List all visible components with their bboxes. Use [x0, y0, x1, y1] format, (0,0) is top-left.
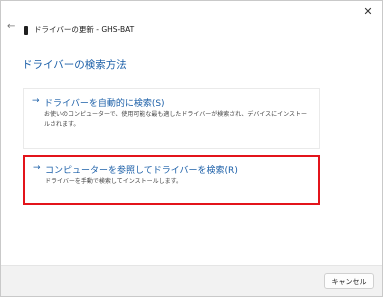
driver-update-window: ✕ ← ドライバーの更新 - GHS-BAT ドライバーの検索方法 → ドライバ…: [0, 0, 383, 297]
search-automatically-option[interactable]: → ドライバーを自動的に検索(S) お使いのコンピューターで、使用可能な最も適し…: [23, 88, 320, 149]
back-arrow-icon[interactable]: ←: [7, 21, 15, 32]
cancel-button[interactable]: キャンセル: [324, 273, 374, 289]
dialog-footer: キャンセル: [1, 265, 382, 296]
browse-computer-option[interactable]: → コンピューターを参照してドライバーを検索(R) ドライバーを手動で検索してイ…: [23, 155, 320, 205]
device-icon: [24, 26, 28, 35]
option-description: お使いのコンピューターで、使用可能な最も適したドライバーが検索され、デバイスにイ…: [44, 111, 308, 128]
option-title: コンピューターを参照してドライバーを検索(R): [45, 166, 238, 176]
page-title: ドライバーの検索方法: [22, 59, 127, 71]
arrow-right-icon: →: [33, 163, 41, 173]
window-title: ドライバーの更新 - GHS-BAT: [34, 25, 135, 34]
option-title: ドライバーを自動的に検索(S): [44, 99, 165, 109]
arrow-right-icon: →: [32, 96, 40, 106]
title-bar: ← ドライバーの更新 - GHS-BAT: [1, 17, 382, 43]
option-description: ドライバーを手動で検索してインストールします。: [45, 178, 182, 185]
